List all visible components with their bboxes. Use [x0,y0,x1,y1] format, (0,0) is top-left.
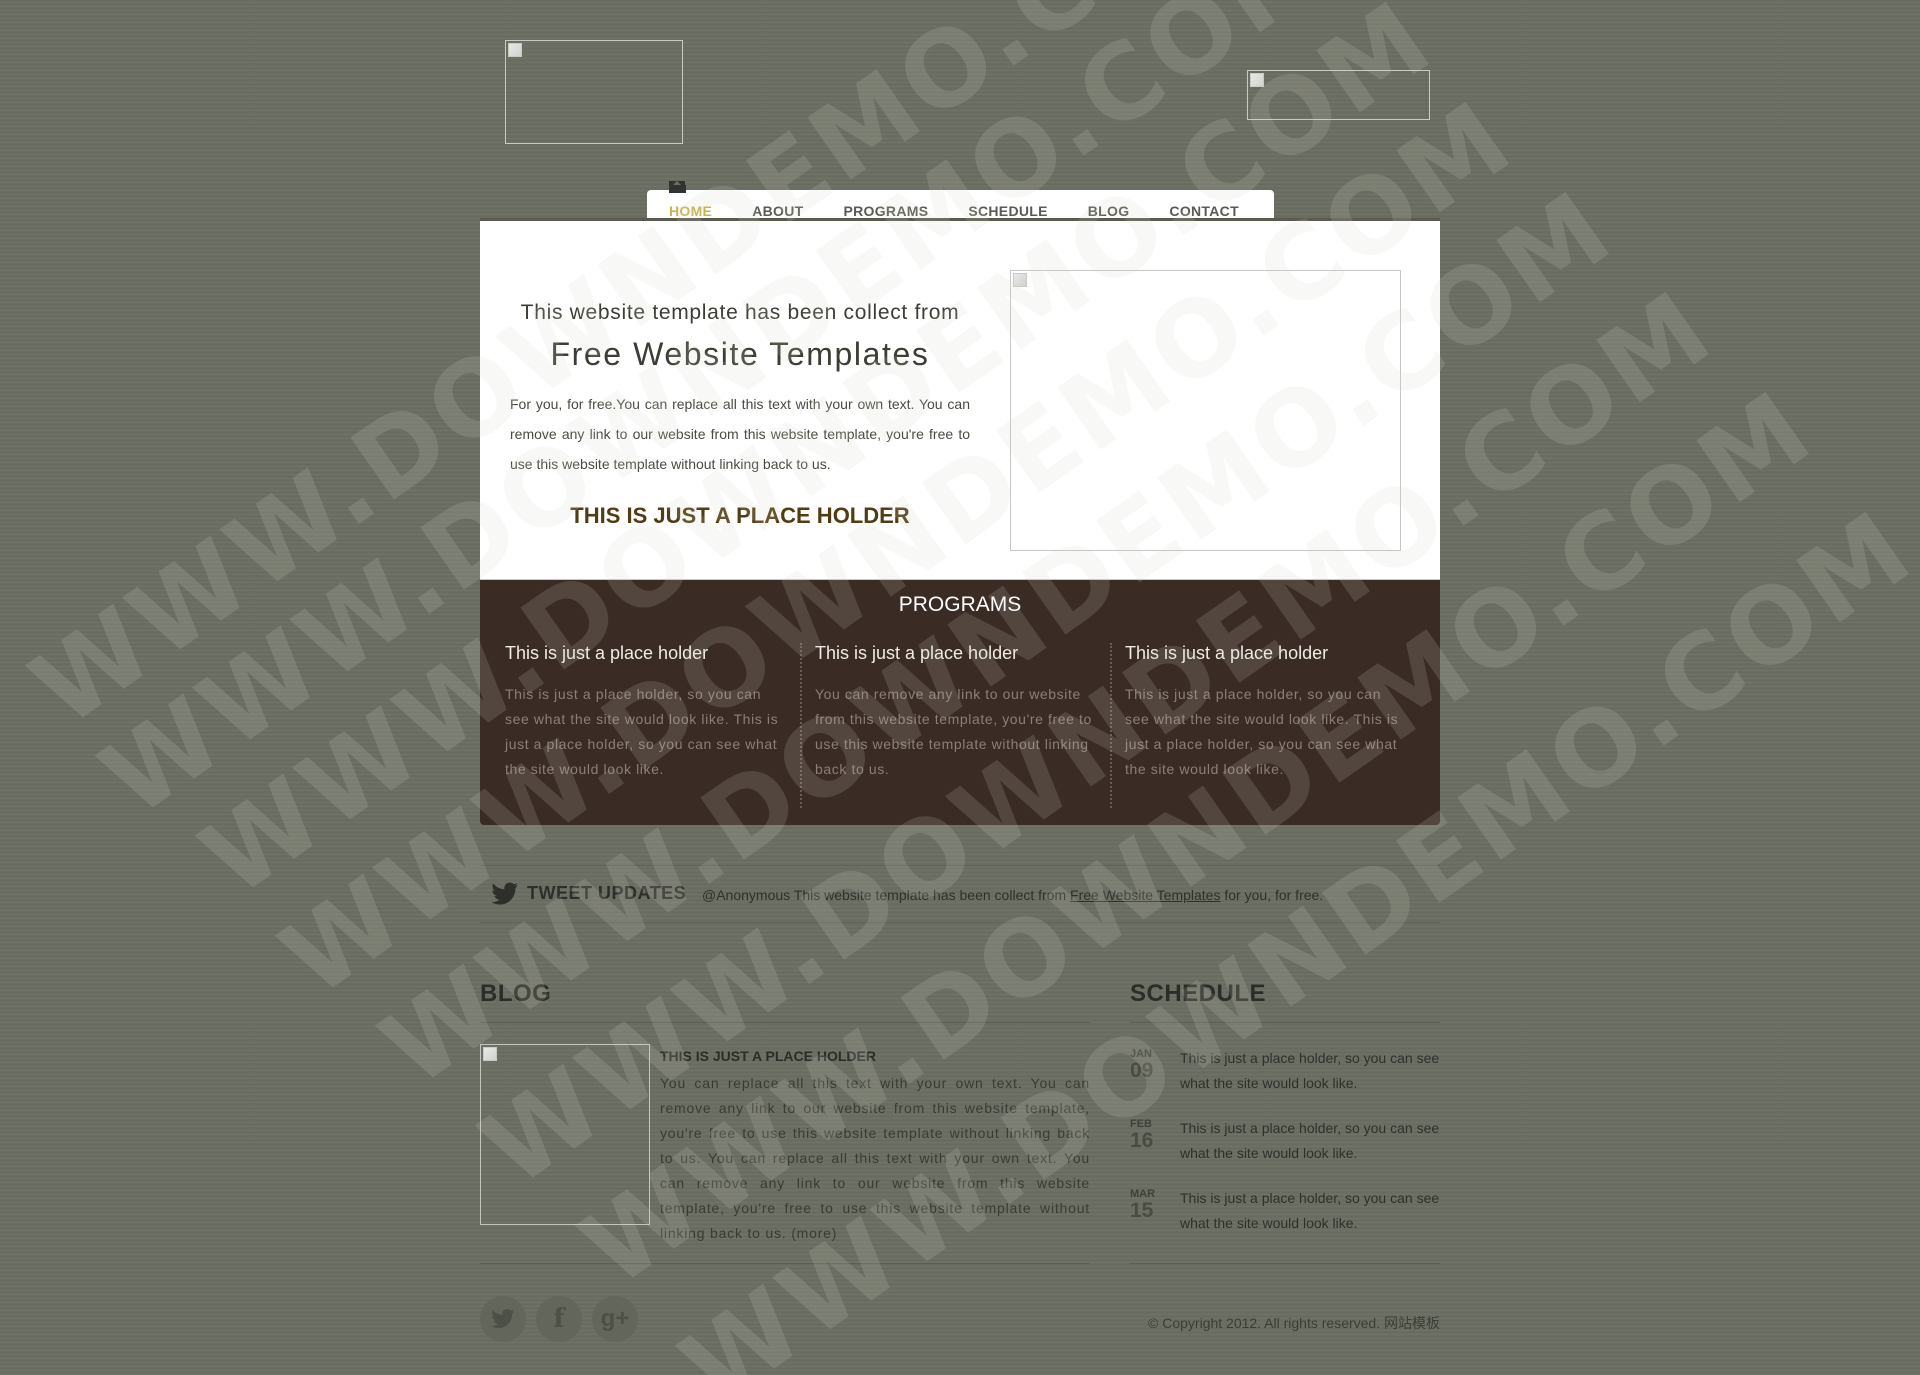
google-plus-icon[interactable]: g+ [592,1296,638,1342]
copyright-text: © Copyright 2012. All rights reserved. 网… [1148,1315,1440,1331]
blog-more-link[interactable]: (more) [791,1225,837,1241]
schedule-text: This is just a place holder, so you can … [1180,1120,1440,1161]
tweet-prefix: @Anonymous This website template has bee… [702,887,1071,903]
twitter-bird-icon [491,882,518,905]
blog-post-image[interactable] [480,1044,650,1225]
broken-image-icon [508,43,522,57]
blog-post-title[interactable]: THIS IS JUST A PLACE HOLDER [660,1048,876,1064]
blog-divider-bottom [480,1263,1090,1264]
schedule-text: This is just a place holder, so you can … [1180,1050,1440,1091]
programs-section: PROGRAMS This is just a place holder Thi… [480,580,1440,825]
program-item: This is just a place holder You can remo… [790,643,1091,782]
program-item: This is just a place holder This is just… [1100,643,1398,782]
broken-image-icon [1250,73,1264,87]
program-item: This is just a place holder This is just… [480,643,778,782]
broken-image-icon [483,1047,497,1061]
tweet-link[interactable]: Free Website Templates [1070,887,1220,903]
schedule-text: This is just a place holder, so you can … [1180,1190,1440,1231]
nav-home[interactable]: HOME [669,203,712,219]
schedule-heading: SCHEDULE [1130,980,1267,1007]
nav-schedule[interactable]: SCHEDULE [968,203,1047,219]
featured-image [1010,270,1401,551]
program-text: This is just a place holder, so you can … [505,686,779,777]
nav-active-marker-icon [669,181,686,193]
blog-post-text: You can replace all this text with your … [660,1071,1090,1246]
schedule-item: FEB 16 This is just a place holder, so y… [1130,1118,1440,1168]
facebook-icon[interactable]: f [536,1296,582,1342]
schedule-day: 15 [1130,1199,1154,1222]
blog-heading: BLOG [480,980,552,1007]
featured-title: Free Website Templates [550,336,930,372]
program-title[interactable]: This is just a place holder [505,643,770,664]
program-text: This is just a place holder, so you can … [1125,686,1399,777]
featured-subtitle: This website template has been collect f… [520,301,960,324]
schedule-day: 16 [1130,1129,1154,1152]
tweet-text: @Anonymous This website template has bee… [702,887,1323,903]
blog-post-body: You can replace all this text with your … [660,1075,1090,1241]
featured-content: This website template has been collect f… [510,301,970,529]
nav-contact[interactable]: CONTACT [1169,203,1239,219]
program-text: You can remove any link to our website f… [815,686,1092,777]
schedule-day: 09 [1130,1059,1154,1082]
tweet-suffix: for you, for free. [1220,887,1324,903]
tweet-updates-label: TWEET UPDATES [527,883,687,903]
program-title[interactable]: This is just a place holder [1125,643,1390,664]
tweet-updates-bar: TWEET UPDATES @Anonymous This website te… [480,865,1440,923]
schedule-item: JAN 09 This is just a place holder, so y… [1130,1048,1440,1098]
featured-cta[interactable]: THIS IS JUST A PLACE HOLDER [510,503,970,529]
nav-about[interactable]: ABOUT [752,203,803,219]
nav-programs[interactable]: PROGRAMS [843,203,928,219]
featured-panel: This website template has been collect f… [480,218,1440,582]
blog-divider [480,1022,1090,1023]
nav-blog[interactable]: BLOG [1088,203,1130,219]
schedule-divider [1130,1022,1440,1023]
logo-image[interactable] [505,40,683,144]
schedule-item: MAR 15 This is just a place holder, so y… [1130,1188,1440,1238]
programs-title: PROGRAMS [898,593,1022,616]
featured-text: For you, for free.You can replace all th… [510,396,970,472]
program-title[interactable]: This is just a place holder [815,643,1080,664]
page-container: HOME ABOUT PROGRAMS SCHEDULE BLOG CONTAC… [480,0,1440,1375]
broken-image-icon [1013,273,1027,287]
schedule-divider-bottom [1130,1263,1440,1264]
twitter-icon[interactable] [480,1296,526,1342]
header-banner-image[interactable] [1247,70,1430,120]
